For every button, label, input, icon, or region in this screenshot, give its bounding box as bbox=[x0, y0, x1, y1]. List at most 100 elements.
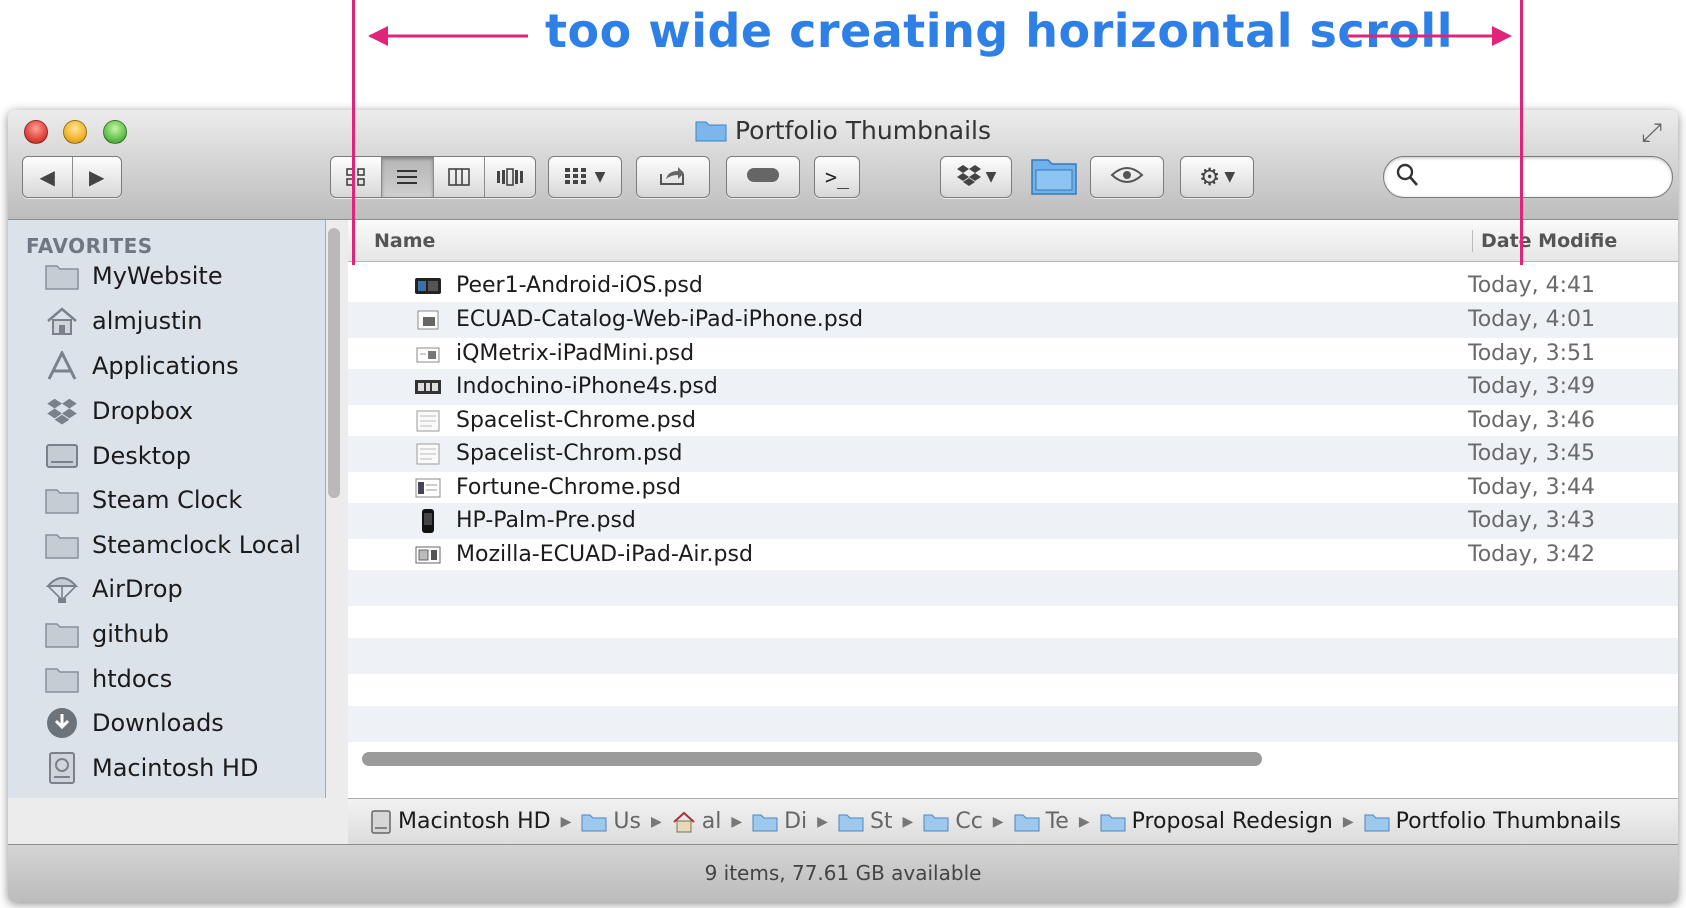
sidebar-item-label: Desktop bbox=[92, 442, 191, 470]
sidebar-item-label: Dropbox bbox=[92, 397, 194, 425]
file-date: Today, 3:46 bbox=[1468, 408, 1596, 433]
path-crumb-label: Te bbox=[1045, 809, 1069, 834]
sidebar-item-almjustin[interactable]: almjustin bbox=[8, 299, 318, 343]
file-date: Today, 3:45 bbox=[1468, 441, 1596, 466]
sidebar-item-desktop[interactable]: Desktop bbox=[8, 434, 318, 478]
share-button[interactable] bbox=[636, 156, 710, 198]
path-crumb-steam[interactable]: St ▶ bbox=[838, 809, 923, 834]
path-crumb-macintosh-hd[interactable]: Macintosh HD ▶ bbox=[370, 809, 581, 834]
fullscreen-icon[interactable]: ⤢ bbox=[1641, 118, 1662, 149]
psd-thumbnail-icon bbox=[414, 443, 442, 465]
annotation-right-boundary-line bbox=[1520, 0, 1523, 265]
folder-icon bbox=[752, 812, 778, 832]
file-name: Spacelist-Chrom.psd bbox=[456, 441, 683, 466]
table-row[interactable]: Peer1-Android-iOS.psd Today, 4:41 bbox=[348, 268, 1678, 304]
sidebar-scrollbar[interactable] bbox=[328, 228, 340, 498]
terminal-icon: >_ bbox=[824, 165, 850, 189]
action-menu-button[interactable]: ⚙ ▼ bbox=[1180, 156, 1254, 198]
path-crumb-label: Proposal Redesign bbox=[1131, 809, 1333, 834]
eye-icon bbox=[1110, 165, 1144, 190]
quick-look-button[interactable] bbox=[1090, 156, 1164, 198]
home-icon bbox=[42, 304, 82, 338]
path-crumb-dropbox[interactable]: Di ▶ bbox=[752, 809, 838, 834]
table-row[interactable]: Spacelist-Chrome.psd Today, 3:46 bbox=[348, 403, 1678, 439]
path-separator-icon: ▶ bbox=[1342, 813, 1354, 830]
folder-icon bbox=[1100, 812, 1126, 832]
search-input[interactable] bbox=[1383, 156, 1673, 198]
path-separator-icon: ▶ bbox=[650, 813, 662, 830]
horizontal-scrollbar[interactable] bbox=[362, 752, 1262, 766]
list-view-icon[interactable] bbox=[382, 157, 434, 197]
sidebar-item-steam-clock[interactable]: Steam Clock bbox=[8, 478, 318, 522]
sidebar-item-applications[interactable]: Applications bbox=[8, 344, 318, 388]
psd-thumbnail-icon bbox=[414, 309, 442, 331]
sidebar-item-dropbox[interactable]: Dropbox bbox=[8, 389, 318, 433]
icon-view-icon[interactable] bbox=[331, 157, 383, 197]
file-name: Indochino-iPhone4s.psd bbox=[456, 374, 718, 399]
path-crumb-label: Cc bbox=[955, 809, 983, 834]
psd-thumbnail-icon bbox=[414, 544, 442, 566]
terminal-button[interactable]: >_ bbox=[814, 156, 860, 198]
file-name: Spacelist-Chrome.psd bbox=[456, 408, 696, 433]
file-name: Fortune-Chrome.psd bbox=[456, 475, 682, 500]
sidebar-item-label: htdocs bbox=[92, 665, 173, 693]
table-row[interactable]: ECUAD-Catalog-Web-iPad-iPhone.psd Today,… bbox=[348, 302, 1678, 338]
dropbox-menu-button[interactable]: ▼ bbox=[940, 156, 1012, 198]
column-view-icon[interactable] bbox=[434, 157, 485, 197]
file-date: Today, 3:43 bbox=[1468, 508, 1596, 533]
share-icon bbox=[658, 164, 688, 191]
table-row[interactable]: Mozilla-ECUAD-iPad-Air.psd Today, 3:42 bbox=[348, 537, 1678, 573]
folder-icon bbox=[838, 812, 864, 832]
back-forward-buttons: ◀ ▶ bbox=[22, 156, 122, 198]
sidebar-item-github[interactable]: github bbox=[8, 612, 318, 656]
file-name: ECUAD-Catalog-Web-iPad-iPhone.psd bbox=[456, 307, 864, 332]
path-crumb-users[interactable]: Us ▶ bbox=[581, 809, 671, 834]
path-crumb-te[interactable]: Te ▶ bbox=[1014, 809, 1100, 834]
forward-arrow-icon[interactable]: ▶ bbox=[73, 157, 122, 197]
psd-thumbnail-icon bbox=[414, 343, 442, 365]
chevron-down-icon: ▼ bbox=[1224, 169, 1236, 185]
annotation-arrow-left-icon bbox=[368, 26, 528, 46]
cover-flow-view-icon[interactable] bbox=[485, 157, 535, 197]
file-name: HP-Palm-Pre.psd bbox=[456, 508, 636, 533]
back-arrow-icon[interactable]: ◀ bbox=[23, 157, 73, 197]
path-crumb-proposal-redesign[interactable]: Proposal Redesign ▶ bbox=[1100, 809, 1364, 834]
arrange-button[interactable]: ▼ bbox=[548, 156, 622, 198]
table-row[interactable]: Fortune-Chrome.psd Today, 3:44 bbox=[348, 470, 1678, 506]
psd-thumbnail-icon bbox=[414, 275, 442, 297]
sidebar-item-steamclock-local[interactable]: Steamclock Local bbox=[8, 523, 318, 567]
empty-row bbox=[348, 570, 1678, 606]
sidebar-item-label: Applications bbox=[92, 352, 239, 380]
file-date: Today, 4:41 bbox=[1468, 273, 1596, 298]
folder-icon bbox=[42, 617, 82, 651]
annotation-arrow-right-icon bbox=[1348, 26, 1512, 46]
window-title: Portfolio Thumbnails bbox=[8, 116, 1678, 148]
sidebar-item-htdocs[interactable]: htdocs bbox=[8, 657, 318, 701]
path-crumb-c[interactable]: Cc ▶ bbox=[923, 809, 1013, 834]
arrange-grid-icon bbox=[564, 165, 587, 189]
sidebar-item-mywebsite[interactable]: MyWebsite bbox=[8, 254, 318, 298]
view-mode-control bbox=[330, 156, 536, 198]
path-crumb-home[interactable]: al ▶ bbox=[672, 809, 752, 834]
sidebar-item-airdrop[interactable]: AirDrop bbox=[8, 567, 318, 611]
column-header-name[interactable]: Name bbox=[374, 230, 435, 252]
sidebar-item-downloads[interactable]: Downloads bbox=[8, 701, 318, 745]
folder-icon bbox=[923, 812, 949, 832]
psd-thumbnail-icon bbox=[414, 509, 442, 533]
annotation-left-boundary-line bbox=[352, 0, 355, 265]
project-folder-icon[interactable] bbox=[1030, 154, 1078, 200]
table-row[interactable]: Spacelist-Chrom.psd Today, 3:45 bbox=[348, 436, 1678, 472]
folder-icon bbox=[1364, 812, 1390, 832]
table-row[interactable]: iQMetrix-iPadMini.psd Today, 3:51 bbox=[348, 336, 1678, 372]
table-row[interactable]: HP-Palm-Pre.psd Today, 3:43 bbox=[348, 503, 1678, 539]
table-row[interactable]: Indochino-iPhone4s.psd Today, 3:49 bbox=[348, 369, 1678, 405]
file-date: Today, 3:42 bbox=[1468, 542, 1596, 567]
empty-row bbox=[348, 638, 1678, 674]
path-crumb-portfolio-thumbnails[interactable]: Portfolio Thumbnails bbox=[1364, 809, 1621, 834]
tag-button[interactable] bbox=[726, 156, 800, 198]
file-date: Today, 3:49 bbox=[1468, 374, 1596, 399]
folder-icon bbox=[1014, 812, 1040, 832]
column-header-date-modified[interactable]: Date Modifie bbox=[1472, 230, 1617, 252]
sidebar-item-macintosh-hd[interactable]: Macintosh HD bbox=[8, 746, 318, 790]
sidebar-item-label: MyWebsite bbox=[92, 262, 223, 290]
